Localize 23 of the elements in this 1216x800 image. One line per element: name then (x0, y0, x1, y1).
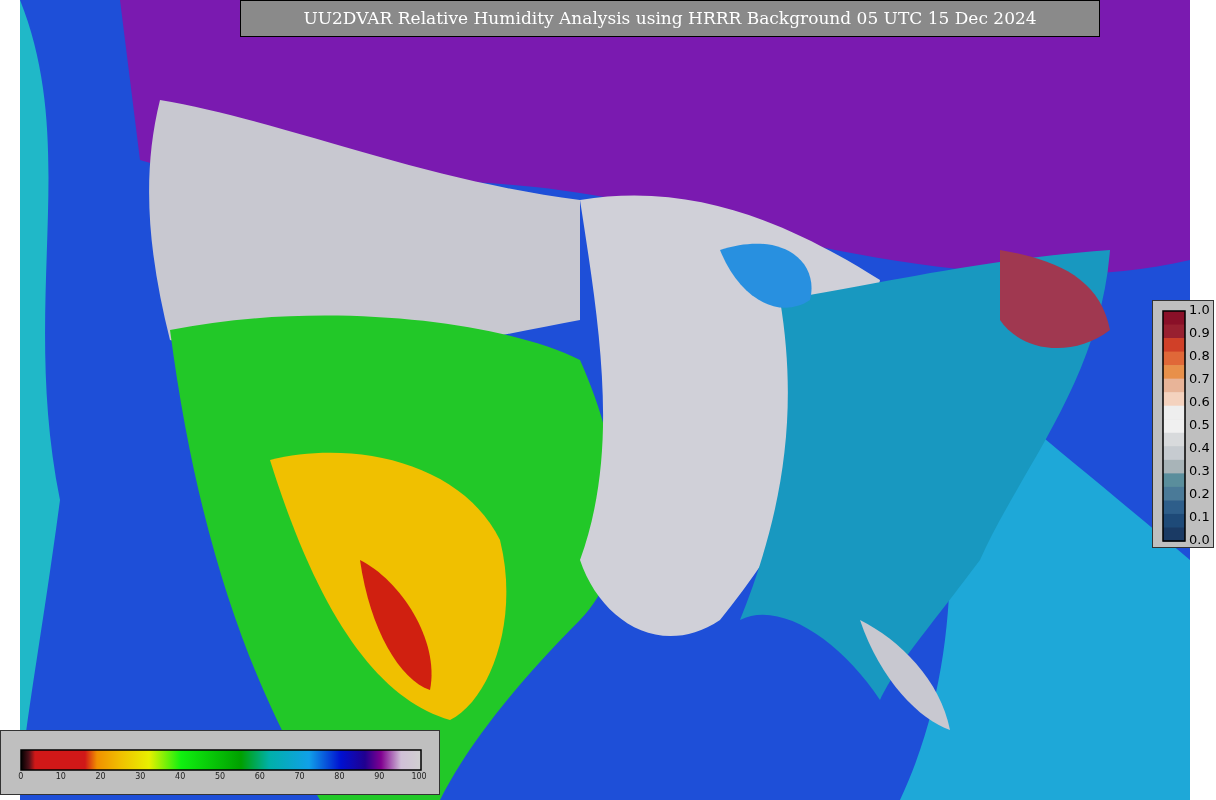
tick-label: 80 (333, 771, 346, 783)
tick-label: 0.0 (1189, 533, 1210, 547)
tick-label: 50 (213, 771, 227, 783)
tick-label: 60 (253, 771, 266, 783)
tick-label: 0.4 (1189, 441, 1210, 455)
tick-label: 90 (373, 771, 386, 783)
tick-label: 0 (17, 771, 25, 783)
tick-label: 0.3 (1189, 464, 1210, 478)
tick-label: 0.9 (1189, 326, 1210, 340)
tick-label: 0.7 (1189, 372, 1210, 386)
tick-label: 20 (94, 771, 107, 783)
tick-label: 0.8 (1189, 349, 1210, 363)
tick-label: 10 (54, 771, 67, 783)
tick-label: 1.0 (1189, 303, 1210, 317)
tick-label: 0.5 (1189, 418, 1210, 432)
tick-label: 100 (410, 771, 428, 783)
tick-label: 0.1 (1189, 510, 1210, 524)
tick-label: 0.2 (1189, 487, 1210, 501)
map-title: UU2DVAR Relative Humidity Analysis using HRRR Background 05 UTC 15 Dec 2024 (240, 0, 1100, 37)
tick-label: 30 (134, 771, 147, 783)
tick-label: 0.6 (1189, 395, 1210, 409)
tick-label: 40 (174, 771, 187, 783)
tick-label: 70 (293, 771, 306, 783)
